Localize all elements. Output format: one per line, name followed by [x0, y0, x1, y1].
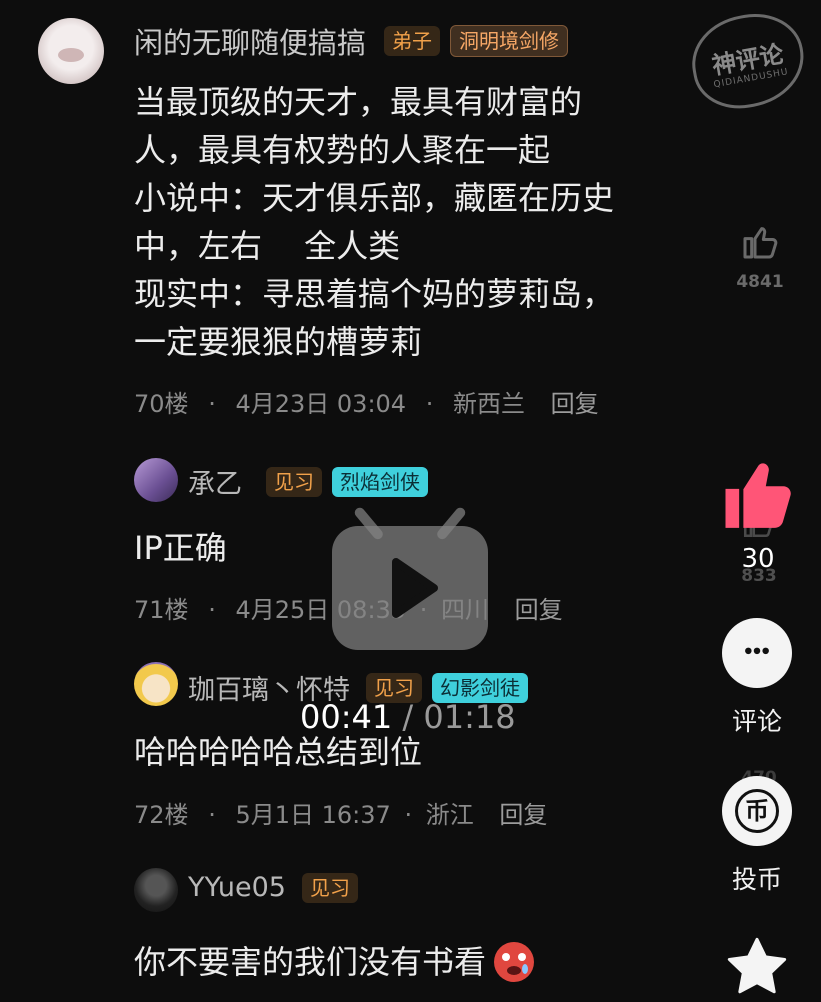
like-count: 4841	[736, 272, 784, 292]
comment-header: 承乙 见习 烈焰剑侠	[188, 462, 428, 501]
comment-line: 人，最具有权势的人聚在一起	[134, 131, 551, 169]
current-time: 00:41	[300, 698, 393, 736]
total-time: 01:18	[423, 698, 516, 736]
reply-button[interactable]: 回复	[515, 596, 563, 624]
meta-dot: ·	[208, 390, 216, 418]
thumbs-up-icon	[743, 227, 778, 259]
meta-dot: ·	[425, 390, 434, 418]
chat-bubble-icon	[736, 633, 778, 674]
title-badge: 洞明境剑修	[450, 25, 569, 57]
comment-body-row: 你不要害的我们没有书看	[134, 938, 535, 986]
comment-line: 现实中：寻思着搞个妈的萝莉岛，	[134, 275, 615, 313]
cat-face-icon	[58, 48, 84, 62]
meta-dot: ·	[404, 801, 413, 829]
floor-number: 72楼	[134, 801, 189, 829]
comment-body: 你不要害的我们没有书看	[134, 943, 487, 981]
meta-dot: ·	[208, 596, 216, 624]
floor-number: 70楼	[134, 390, 189, 418]
level-badge: 见习	[266, 466, 322, 497]
tv-body	[332, 526, 488, 650]
username[interactable]: 承乙	[188, 462, 242, 501]
comment-label: 评论	[731, 707, 782, 736]
avatar[interactable]	[134, 868, 178, 912]
like-button-count: 30	[741, 544, 775, 574]
comment-body: 当最顶级的天才，最具有财富的 人，最具有权势的人聚在一起 小说中：天才俱乐部，藏…	[134, 78, 614, 366]
level-badge: 弟子	[384, 26, 441, 56]
comment-body: IP正确	[134, 529, 227, 567]
comment-date: 5月1日 16:37	[235, 801, 391, 829]
coin-icon: 币	[735, 789, 779, 833]
video-time: 00:41 / 01:18	[300, 698, 516, 736]
coin-button[interactable]: 币	[722, 776, 792, 846]
thumbs-up-icon	[725, 463, 791, 528]
comment-meta: 70楼 · 4月23日 03:04 · 新西兰 回复	[134, 384, 599, 419]
comment-line: 一定要狠狠的槽萝莉	[134, 323, 423, 361]
comment-like[interactable]: 4841	[735, 222, 785, 292]
comment-header: YYue05 见习	[188, 872, 358, 903]
coin-label: 投币	[731, 865, 782, 894]
comment-button[interactable]	[722, 618, 792, 688]
meta-dot: ·	[208, 801, 216, 829]
comment-meta: 72楼 · 5月1日 16:37 · 浙江 回复	[134, 795, 547, 830]
level-badge: 见习	[301, 872, 358, 903]
reply-button[interactable]: 回复	[551, 390, 599, 418]
comment-line: 当最顶级的天才，最具有财富的	[134, 83, 583, 121]
comment-line: 小说中：天才俱乐部，藏匿在历史	[134, 179, 615, 217]
floor-number: 71楼	[134, 596, 189, 624]
username[interactable]: YYue05	[188, 872, 286, 903]
comment-date: 4月23日 03:04	[235, 390, 407, 418]
ip-location: 浙江	[425, 801, 474, 829]
avatar[interactable]	[38, 18, 104, 84]
favorite-button[interactable]	[722, 932, 792, 1002]
comment-line: 中，左右 全人类	[134, 227, 401, 265]
shen-pinglun-seal: 神评论 QIDIANDUSHU	[684, 5, 812, 117]
time-separator: /	[402, 698, 414, 736]
coin-glyph: 币	[745, 797, 769, 825]
play-button[interactable]	[332, 500, 488, 650]
comment-header: 闲的无聊随便搞搞 弟子 洞明境剑修	[134, 20, 569, 62]
like-button[interactable]	[718, 458, 798, 536]
play-icon	[392, 558, 438, 618]
avatar[interactable]	[134, 458, 178, 502]
star-icon	[727, 937, 787, 994]
reply-button[interactable]: 回复	[499, 801, 547, 829]
username[interactable]: 闲的无聊随便搞搞	[134, 20, 366, 62]
ip-location: 新西兰	[453, 390, 525, 418]
crying-emoji-icon	[494, 942, 535, 982]
title-badge: 烈焰剑侠	[332, 466, 428, 497]
avatar[interactable]	[134, 662, 178, 706]
